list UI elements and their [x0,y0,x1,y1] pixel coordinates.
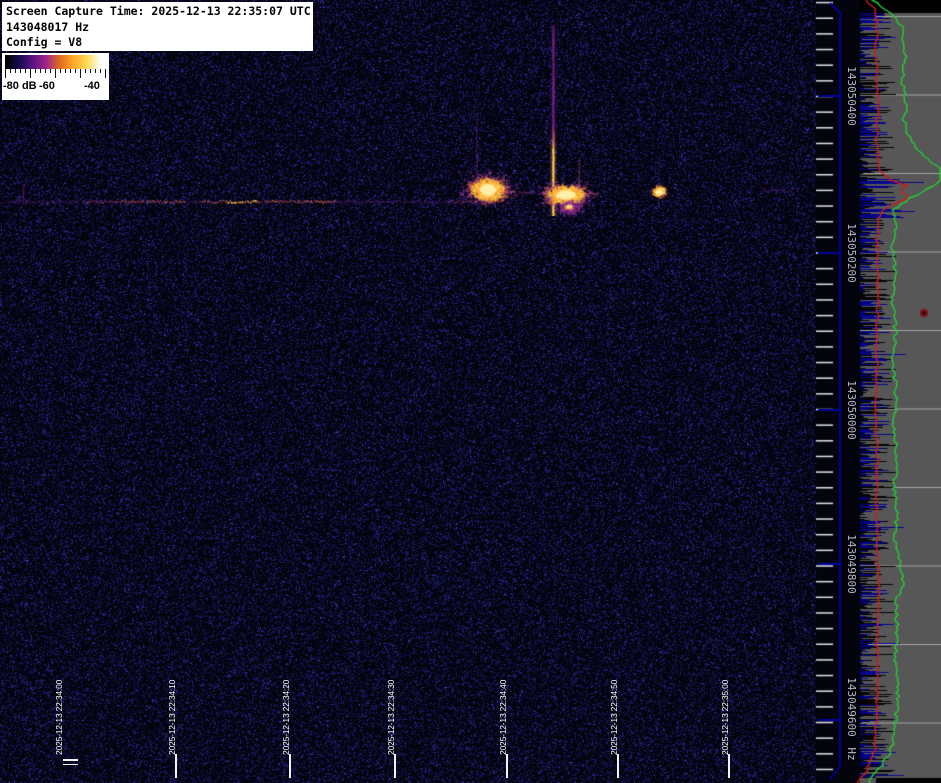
color-scale-legend: -80 dB -60 -40 [2,53,109,100]
colormap-gradient-bar [5,55,106,69]
time-tick-mark [63,759,78,761]
time-tick-label-text: 2025-12-13 22:34:20 [281,679,291,755]
time-tick-label-text: 2025-12-13 22:35:00 [720,679,730,755]
waterfall-and-spectrum-canvas [0,0,941,783]
time-tick-mark [506,754,508,778]
scale-label-mid: -60 [39,80,55,92]
freq-tick-label-text: 143050000 [845,380,858,440]
freq-tick-label-text: 143050400 [845,66,858,126]
time-tick-label-text: 2025-12-13 22:34:10 [167,679,177,755]
time-tick-mark [289,754,291,778]
time-tick-mark [617,754,619,778]
freq-tick-label-text: 143049600 [845,677,858,737]
config-text: Config = V8 [6,35,83,49]
center-frequency-text: 143048017 Hz [6,19,90,34]
time-tick-label-text: 2025-12-13 22:34:00 [54,679,64,755]
time-tick-mark [175,754,177,778]
scale-label-min: -80 dB [3,80,37,92]
capture-time-text: Screen Capture Time: 2025-12-13 22:35:07… [6,4,311,18]
spectrogram-screen-capture: Screen Capture Time: 2025-12-13 22:35:07… [0,0,941,783]
freq-axis-unit-text: Hz [845,747,858,761]
capture-info-box: Screen Capture Time: 2025-12-13 22:35:07… [2,2,313,51]
freq-tick-label-text: 143049800 [845,534,858,594]
time-tick-label-text: 2025-12-13 22:34:30 [386,679,396,755]
time-tick-mark [728,754,730,778]
time-tick-label-text: 2025-12-13 22:34:50 [609,679,619,755]
time-tick-mark [63,763,78,766]
time-tick-label-text: 2025-12-13 22:34:40 [498,679,508,755]
freq-tick-label-text: 143050200 [845,223,858,283]
scale-label-max: -40 [84,80,100,92]
time-tick-mark [394,754,396,778]
colormap-major-ticks [5,69,106,78]
